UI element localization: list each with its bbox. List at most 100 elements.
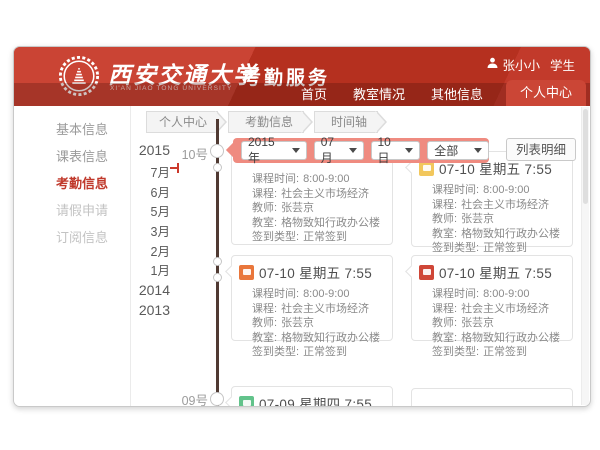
- field-label: 课程:: [252, 302, 277, 317]
- app-header: 西安交通大学 XI'AN JIAO TONG UNIVERSITY 考勤服务 张…: [14, 47, 590, 106]
- day-select-value: 10日: [378, 135, 400, 166]
- sidebar-item-basic-info[interactable]: 基本信息: [14, 116, 130, 143]
- field-label: 课程:: [432, 302, 457, 317]
- selected-month-cursor-tick: [170, 167, 177, 169]
- caret-down-icon: [292, 148, 300, 153]
- field-value: 格物致知行政办公楼: [281, 216, 380, 231]
- timeline-month-1[interactable]: 1月: [126, 260, 170, 279]
- field-value: 张芸京: [281, 316, 314, 331]
- field-label: 课程时间:: [432, 183, 479, 198]
- field-value: 正常签到: [303, 345, 347, 360]
- month-select-value: 07月: [321, 135, 343, 166]
- nav-item-home[interactable]: 首页: [301, 83, 327, 106]
- timeline-month-7-selected[interactable]: 7月: [126, 162, 170, 181]
- field-label: 课程时间:: [252, 172, 299, 187]
- field-value: 8:00-9:00: [483, 183, 529, 198]
- timeline-node: [213, 257, 222, 266]
- timeline-node-day10: [210, 144, 224, 158]
- field-value: 正常签到: [483, 345, 527, 360]
- field-label: 签到类型:: [252, 230, 299, 245]
- field-label: 课程时间:: [252, 287, 299, 302]
- person-icon: [487, 57, 498, 72]
- list-detail-button[interactable]: 列表明细: [506, 138, 576, 161]
- caret-down-icon: [349, 148, 357, 153]
- filter-bar-pointer: [226, 143, 240, 157]
- field-value: 正常签到: [483, 241, 527, 256]
- user-name: 张小小: [502, 55, 540, 74]
- field-label: 教室:: [252, 216, 277, 231]
- timeline-node-day09: [210, 392, 224, 406]
- type-select-value: 全部: [434, 142, 458, 159]
- field-label: 教室:: [432, 227, 457, 242]
- year-select-value: 2015年: [248, 135, 286, 166]
- field-value: 社会主义市场经济: [281, 187, 369, 202]
- timeline-node: [213, 163, 222, 172]
- field-value: 张芸京: [281, 201, 314, 216]
- field-value: 格物致知行政办公楼: [461, 331, 560, 346]
- timeline-month-5[interactable]: 5月: [126, 201, 170, 220]
- field-value: 格物致知行政办公楼: [281, 331, 380, 346]
- user-info[interactable]: 张小小 学生: [487, 55, 575, 74]
- field-label: 教师:: [252, 316, 277, 331]
- scrollbar-thumb[interactable]: [583, 109, 588, 204]
- sidebar: 基本信息 课表信息 考勤信息 请假申请 订阅信息: [14, 106, 131, 406]
- field-value: 张芸京: [461, 212, 494, 227]
- breadcrumb-attendance-info[interactable]: 考勤信息: [228, 111, 304, 133]
- nav-item-other-info[interactable]: 其他信息: [431, 83, 483, 106]
- field-label: 教师:: [432, 212, 457, 227]
- timeline-month-2[interactable]: 2月: [126, 241, 170, 260]
- field-value: 8:00-9:00: [483, 287, 529, 302]
- timeline-node: [213, 273, 222, 282]
- card-title: 07-09 星期四 7:55: [259, 393, 372, 407]
- field-label: 课程:: [252, 187, 277, 202]
- field-label: 课程:: [432, 198, 457, 213]
- field-value: 社会主义市场经济: [461, 302, 549, 317]
- nav-item-personal-center-active[interactable]: 个人中心: [506, 80, 586, 106]
- field-label: 教师:: [252, 201, 277, 216]
- caret-down-icon: [474, 148, 482, 153]
- year-select[interactable]: 2015年: [241, 141, 307, 160]
- attendance-card: 07-09 星期四 7:55: [231, 386, 393, 407]
- day-marker-10: 10号: [172, 144, 208, 163]
- field-value: 社会主义市场经济: [461, 198, 549, 213]
- timeline-year-2013[interactable]: 2013: [126, 302, 170, 318]
- timeline-month-3[interactable]: 3月: [126, 221, 170, 240]
- day-select[interactable]: 10日: [371, 141, 421, 160]
- field-label: 课程时间:: [432, 287, 479, 302]
- attendance-card-clipped: [411, 388, 573, 407]
- field-value: 张芸京: [461, 316, 494, 331]
- field-value: 正常签到: [303, 230, 347, 245]
- nav-item-classrooms[interactable]: 教室情况: [353, 83, 405, 106]
- month-select[interactable]: 07月: [314, 141, 364, 160]
- field-label: 教室:: [432, 331, 457, 346]
- breadcrumb: 个人中心 考勤信息 时间轴: [146, 111, 388, 133]
- attendance-type-icon: [239, 396, 254, 408]
- page: 西安交通大学 XI'AN JIAO TONG UNIVERSITY 考勤服务 张…: [0, 0, 600, 450]
- field-label: 签到类型:: [432, 241, 479, 256]
- day-marker-09: 09号: [172, 390, 208, 407]
- attendance-card: 07-10 星期五 7:55 课程时间: 8:00-9:00 课程: 社会主义市场经…: [411, 255, 573, 341]
- field-label: 签到类型:: [432, 345, 479, 360]
- user-role: 学生: [550, 55, 575, 74]
- card-title: 07-10 星期五 7:55: [259, 262, 372, 282]
- timeline-month-6[interactable]: 6月: [126, 182, 170, 201]
- sidebar-item-attendance-info[interactable]: 考勤信息: [14, 170, 130, 197]
- breadcrumb-timeline[interactable]: 时间轴: [314, 111, 378, 133]
- sidebar-item-leave-request[interactable]: 请假申请: [14, 197, 130, 224]
- card-title: 07-10 星期五 7:55: [439, 262, 552, 282]
- sidebar-item-subscription-info[interactable]: 订阅信息: [14, 224, 130, 251]
- field-label: 签到类型:: [252, 345, 299, 360]
- sidebar-item-schedule-info[interactable]: 课表信息: [14, 143, 130, 170]
- main-nav: 首页 教室情况 其他信息 个人中心: [14, 83, 590, 106]
- type-select[interactable]: 全部: [427, 141, 489, 160]
- field-value: 8:00-9:00: [303, 287, 349, 302]
- timeline-year-2014[interactable]: 2014: [126, 282, 170, 298]
- field-value: 社会主义市场经济: [281, 302, 369, 317]
- field-label: 教师:: [432, 316, 457, 331]
- scrollbar[interactable]: [581, 107, 589, 405]
- breadcrumb-personal-center[interactable]: 个人中心: [146, 111, 218, 133]
- timeline-year-2015[interactable]: 2015: [126, 142, 170, 158]
- attendance-type-icon: [239, 265, 254, 280]
- field-label: 教室:: [252, 331, 277, 346]
- date-filter-bar: 2015年 07月 10日 全部: [233, 138, 489, 163]
